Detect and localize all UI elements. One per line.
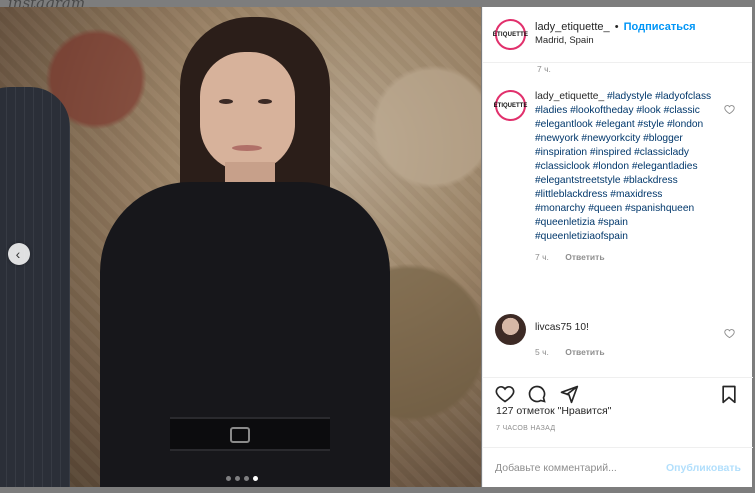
slide-dot [226,476,231,481]
instagram-post-viewer: instagram ‹ ÉTIQUETTE lady_etiquette_ • … [0,0,755,493]
publish-button[interactable]: Опубликовать [666,462,741,474]
commenter-username[interactable]: livcas75 [535,322,572,333]
heart-icon[interactable] [495,384,515,404]
post-header: ÉTIQUETTE lady_etiquette_ • Подписаться … [483,7,752,63]
comment-meta: 5 ч. Ответить [535,345,713,359]
caption-username[interactable]: lady_etiquette_ [535,91,604,102]
comment-text: 10! [574,322,589,333]
comment-icon[interactable] [527,384,547,404]
author-username[interactable]: lady_etiquette_ [535,21,610,33]
left-eye [219,99,233,104]
avatar-logo-text: ÉTIQUETTE [492,31,529,38]
caption-time: 7 ч. [535,252,549,262]
slide-dot-active [253,476,258,481]
caption-comment: ÉTIQUETTE lady_etiquette_ #ladystyle #la… [493,90,745,264]
slide-indicator [226,476,258,481]
reply-comment: livcas75 10! 5 ч. Ответить [495,314,745,359]
post-photo[interactable]: ‹ [0,7,481,487]
face [200,52,295,172]
caption-avatar[interactable]: ÉTIQUETTE [493,90,528,121]
caption-reply-button[interactable]: Ответить [565,252,604,262]
comment-time: 5 ч. [535,347,549,357]
slide-dot [244,476,249,481]
right-eye [258,99,272,104]
caption-meta: 7 ч. Ответить [535,250,713,264]
comment-input[interactable]: Добавьте комментарий... [495,462,666,474]
action-bar [483,377,753,405]
post-timestamp[interactable]: 7 ЧАСОВ НАЗАД [496,425,555,432]
commenter-avatar[interactable] [495,314,526,345]
caption-hashtags[interactable]: #ladystyle #ladyofclass #ladies #lookoft… [535,91,711,242]
avatar-logo-text: ÉTIQUETTE [493,102,528,109]
location-link[interactable]: Madrid, Spain [535,35,696,46]
comments-list[interactable]: 7 ч. ÉTIQUETTE lady_etiquette_ #ladystyl… [483,64,753,377]
follow-button[interactable]: Подписаться [624,21,696,33]
belt [170,417,330,451]
separator-dot: • [614,21,619,33]
previous-comment-time: 7 ч. [537,64,551,74]
left-person-suit [0,87,70,487]
previous-slide-button[interactable]: ‹ [8,243,30,265]
chevron-left-icon: ‹ [15,246,21,262]
bookmark-icon[interactable] [719,384,739,404]
add-comment-bar: Добавьте комментарий... Опубликовать [483,447,753,487]
share-icon[interactable] [559,384,579,404]
like-comment-heart-icon[interactable] [724,328,735,339]
post-side-panel: ÉTIQUETTE lady_etiquette_ • Подписаться … [482,7,753,487]
likes-count[interactable]: 127 отметок "Нравится" [496,405,611,417]
comment-reply-button[interactable]: Ответить [565,347,604,357]
slide-dot [235,476,240,481]
author-avatar[interactable]: ÉTIQUETTE [492,19,529,50]
like-comment-heart-icon[interactable] [724,104,735,115]
lips [232,145,262,151]
belt-buckle [230,427,250,443]
